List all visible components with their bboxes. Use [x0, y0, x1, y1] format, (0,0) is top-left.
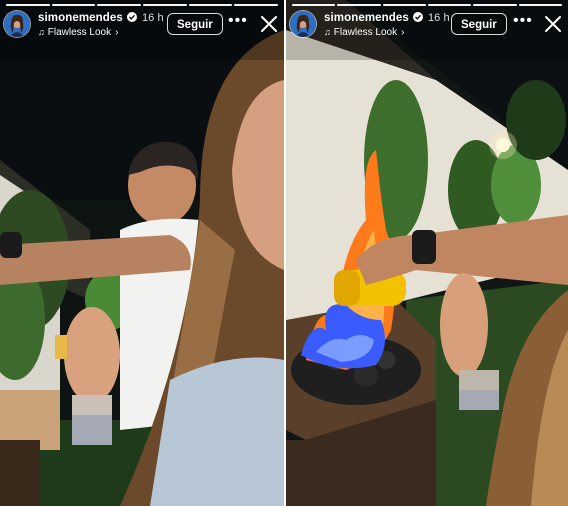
- story-header: simonemendes 16 h ♫ Flawless Look › Seguir …: [290, 10, 564, 42]
- story-progress-bar: [292, 4, 562, 6]
- avatar[interactable]: [4, 11, 30, 37]
- progress-segment: [337, 4, 381, 6]
- more-options-icon[interactable]: •••: [513, 13, 532, 33]
- story-panel-left[interactable]: simonemendes 16 h ♫ Flawless Look › Seguir …: [0, 0, 284, 506]
- music-label[interactable]: ♫ Flawless Look ›: [324, 27, 404, 38]
- progress-segment: [292, 4, 336, 6]
- follow-button[interactable]: Seguir: [451, 13, 507, 35]
- progress-segment: [97, 4, 142, 6]
- follow-button[interactable]: Seguir: [167, 13, 223, 35]
- story-panel-right[interactable]: simonemendes 16 h ♫ Flawless Look › Seguir …: [286, 0, 568, 506]
- progress-segment: [518, 4, 562, 6]
- music-note-icon: ♫: [38, 27, 45, 37]
- progress-segment: [427, 4, 472, 6]
- post-time: 16 h: [141, 12, 164, 24]
- progress-segment: [51, 4, 96, 6]
- more-options-icon[interactable]: •••: [228, 13, 247, 33]
- username[interactable]: simonemendes 16 h: [38, 12, 164, 24]
- chevron-right-icon: ›: [115, 27, 119, 38]
- story-photo: [286, 0, 568, 506]
- progress-segment: [234, 4, 279, 6]
- verified-badge-icon: [412, 12, 423, 22]
- verified-badge-icon: [126, 12, 137, 22]
- story-photo: [0, 0, 284, 506]
- progress-segment: [473, 4, 517, 6]
- post-time: 16 h: [427, 12, 450, 24]
- chevron-right-icon: ›: [401, 27, 405, 38]
- progress-segment: [382, 4, 426, 6]
- progress-segment: [6, 4, 50, 6]
- avatar[interactable]: [290, 11, 316, 37]
- username[interactable]: simonemendes 16 h: [324, 12, 450, 24]
- music-note-icon: ♫: [324, 27, 331, 37]
- story-header: simonemendes 16 h ♫ Flawless Look › Seguir …: [4, 10, 280, 42]
- progress-segment: [188, 4, 233, 6]
- close-icon[interactable]: [544, 15, 562, 33]
- progress-segment: [143, 4, 187, 6]
- music-label[interactable]: ♫ Flawless Look ›: [38, 27, 118, 38]
- story-progress-bar: [6, 4, 279, 6]
- close-icon[interactable]: [260, 15, 278, 33]
